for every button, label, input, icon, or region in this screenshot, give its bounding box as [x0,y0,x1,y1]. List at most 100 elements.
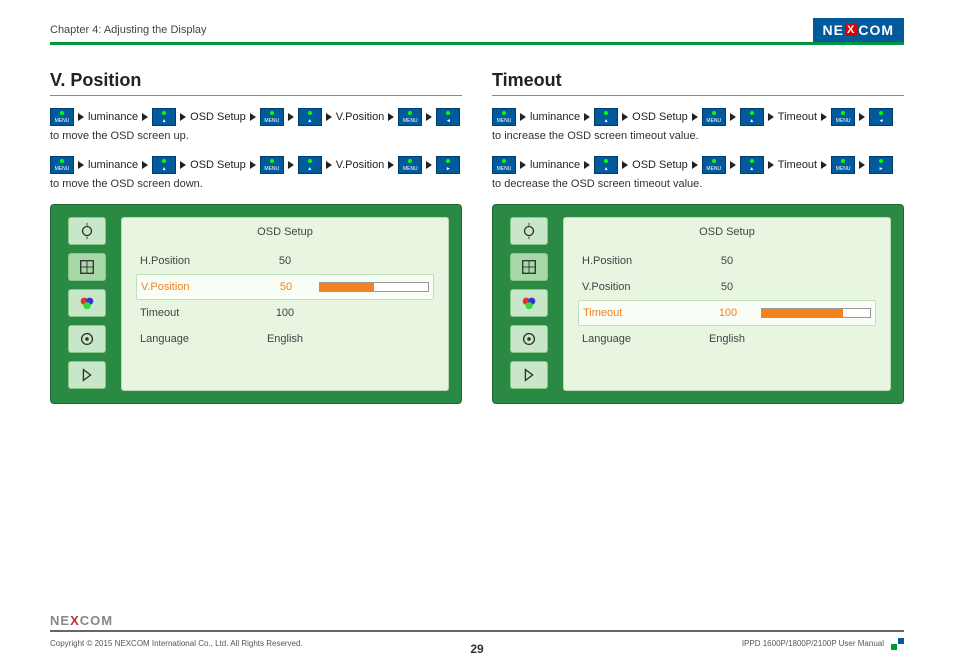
menu-button-icon: MENU [492,156,516,174]
crumb-osdsetup: OSD Setup [632,111,688,123]
misc-tab-icon[interactable] [68,325,106,353]
crumb-osdsetup: OSD Setup [632,159,688,171]
menu-button-icon: MENU [50,108,74,126]
nexcom-logo: NEXCOM [813,18,904,42]
chevron-right-icon [426,113,432,121]
menu-button-icon: MENU [702,156,726,174]
menu-button-icon: ▲ [298,108,322,126]
osd-settings-pane: OSD Setup H.Position 50 V.Position 50 Ti… [121,217,449,391]
menu-button-icon: ▲ [594,108,618,126]
chevron-right-icon [142,113,148,121]
chevron-right-icon [584,161,590,169]
osd-row-language[interactable]: Language English [578,326,876,352]
chevron-right-icon [622,161,628,169]
breadcrumb-row: MENU luminance ▲ OSD Setup MENU ▲ Timeou… [492,156,904,174]
menu-button-icon: MENU [398,108,422,126]
chevron-right-icon [78,113,84,121]
osd-row-value: 50 [260,255,310,267]
crumb-timeout: Timeout [778,111,817,123]
osd-row-vposition[interactable]: V.Position 50 [578,274,876,300]
osd-row-value: 50 [261,281,311,293]
crumb-timeout: Timeout [778,159,817,171]
section-title-vposition: V. Position [50,70,462,96]
osdsetup-tab-icon[interactable] [510,253,548,281]
osdsetup-tab-icon[interactable] [68,253,106,281]
luminance-tab-icon[interactable] [68,217,106,245]
luminance-tab-icon[interactable] [510,217,548,245]
osd-row-value: English [260,333,310,345]
slider-icon [319,282,429,292]
osd-pane-title: OSD Setup [578,226,876,242]
breadcrumb-row: MENU luminance ▲ OSD Setup MENU ▲ V.Posi… [50,156,462,174]
menu-button-icon: MENU [702,108,726,126]
chevron-right-icon [520,113,526,121]
chevron-right-icon [692,161,698,169]
chevron-right-icon [768,113,774,121]
menu-button-icon: ▲ [740,156,764,174]
osd-tab-list [505,217,553,391]
main-content: V. Position MENU luminance ▲ OSD Setup M… [50,70,904,404]
crumb-vposition: V.Position [336,111,385,123]
chevron-right-icon [250,161,256,169]
up-button-icon: ◄ [869,108,893,126]
osd-row-vposition[interactable]: V.Position 50 [136,274,434,300]
osd-row-value: 100 [703,307,753,319]
exit-tab-icon[interactable] [68,361,106,389]
breadcrumb-row: MENU luminance ▲ OSD Setup MENU ▲ Timeou… [492,108,904,126]
chevron-right-icon [180,161,186,169]
osd-row-label: Language [582,333,702,345]
osd-row-value: 50 [702,281,752,293]
color-tab-icon[interactable] [510,289,548,317]
breadcrumb-row: MENU luminance ▲ OSD Setup MENU ▲ V.Posi… [50,108,462,126]
osd-row-hposition[interactable]: H.Position 50 [136,248,434,274]
chevron-right-icon [288,161,294,169]
chevron-right-icon [180,113,186,121]
chevron-right-icon [859,113,865,121]
menu-button-icon: ▲ [740,108,764,126]
chevron-right-icon [288,113,294,121]
chevron-right-icon [250,113,256,121]
menu-button-icon: MENU [831,156,855,174]
osd-row-label: V.Position [141,281,261,293]
menu-button-icon: MENU [260,108,284,126]
chevron-right-icon [821,113,827,121]
page-header: Chapter 4: Adjusting the Display NEXCOM [50,18,904,42]
menu-button-icon: MENU [831,108,855,126]
chevron-right-icon [326,161,332,169]
color-tab-icon[interactable] [68,289,106,317]
chevron-right-icon [326,113,332,121]
caption-increase: to increase the OSD screen timeout value… [492,130,904,142]
slider-icon [761,308,871,318]
menu-button-icon: ▲ [594,156,618,174]
chevron-right-icon [426,161,432,169]
crumb-osdsetup: OSD Setup [190,111,246,123]
chevron-right-icon [78,161,84,169]
osd-row-timeout[interactable]: Timeout 100 [578,300,876,326]
chevron-right-icon [859,161,865,169]
menu-button-icon: ▲ [152,108,176,126]
osd-row-label: V.Position [582,281,702,293]
chevron-right-icon [730,161,736,169]
osd-row-label: Timeout [583,307,703,319]
osd-row-language[interactable]: Language English [136,326,434,352]
osd-row-label: H.Position [140,255,260,267]
menu-button-icon: MENU [260,156,284,174]
footer-decoration-icon [890,636,904,650]
up-button-icon: ◄ [436,108,460,126]
crumb-vposition: V.Position [336,159,385,171]
chevron-right-icon [388,161,394,169]
caption-up: to move the OSD screen up. [50,130,462,142]
page-number: 29 [470,642,483,656]
chevron-right-icon [768,161,774,169]
chevron-right-icon [584,113,590,121]
manual-title: IPPD 1600P/1800P/2100P User Manual [742,639,884,648]
caption-decrease: to decrease the OSD screen timeout value… [492,178,904,190]
osd-panel-vposition: OSD Setup H.Position 50 V.Position 50 Ti… [50,204,462,404]
chevron-right-icon [388,113,394,121]
exit-tab-icon[interactable] [510,361,548,389]
section-title-timeout: Timeout [492,70,904,96]
crumb-luminance: luminance [530,111,580,123]
osd-row-hposition[interactable]: H.Position 50 [578,248,876,274]
misc-tab-icon[interactable] [510,325,548,353]
osd-row-timeout[interactable]: Timeout 100 [136,300,434,326]
